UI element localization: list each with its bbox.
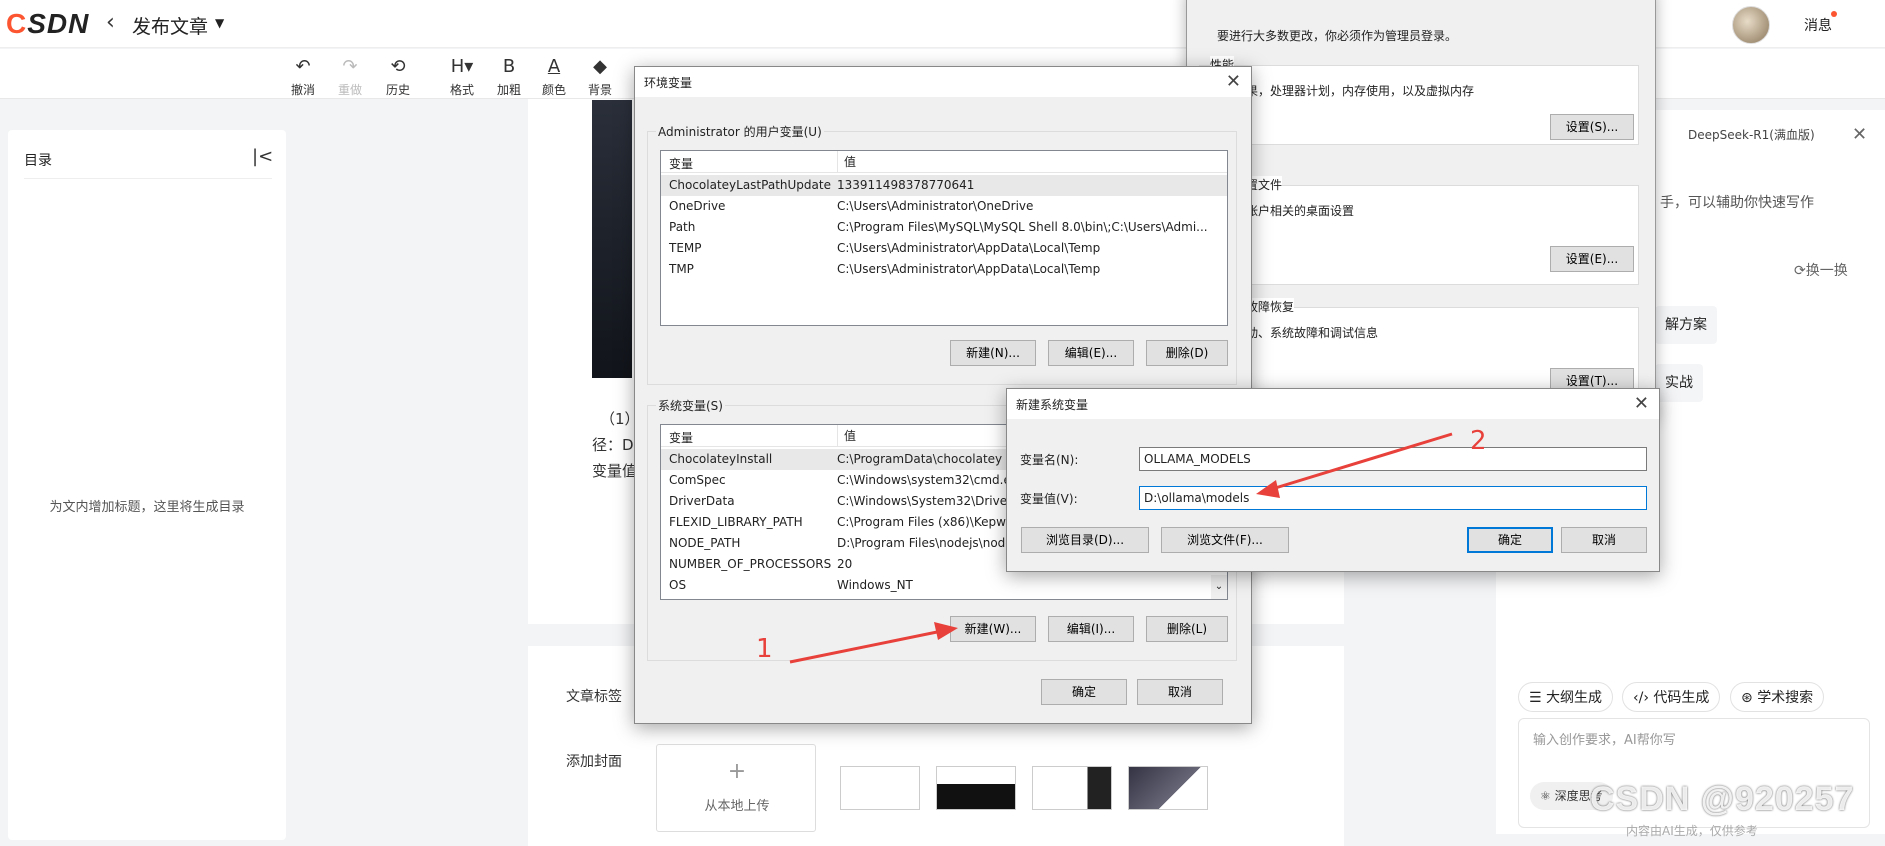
annotation-arrowhead-2 [1256,480,1280,498]
annotation-arrow-2 [1271,432,1453,491]
annotation-arrowhead-1 [934,622,958,640]
annotation-arrows [789,432,1453,664]
annotation-arrow-1 [789,629,943,664]
